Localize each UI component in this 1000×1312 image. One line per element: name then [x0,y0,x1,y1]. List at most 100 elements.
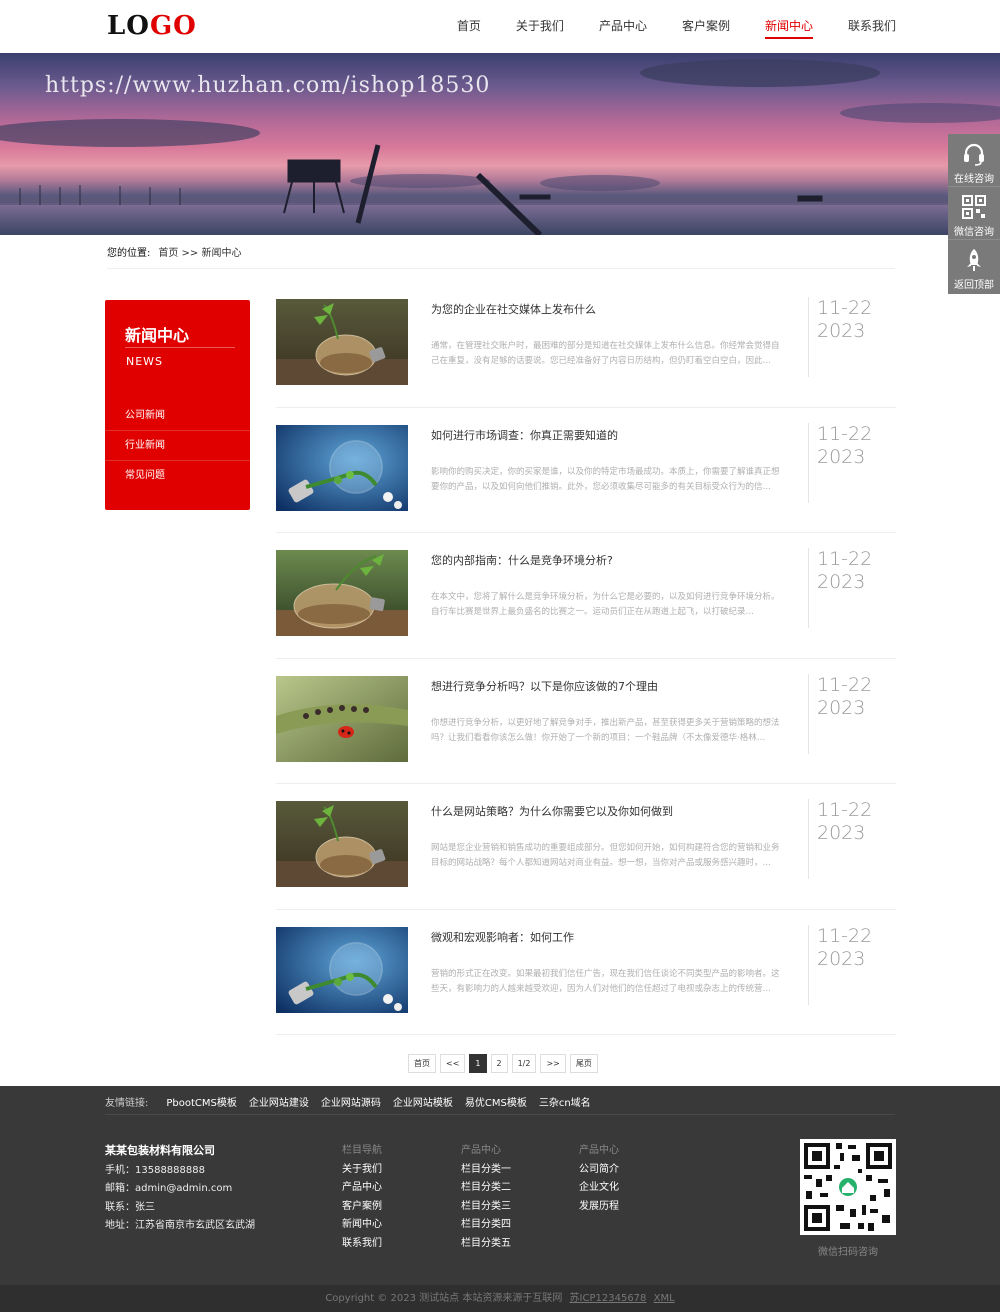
news-item[interactable]: 如何进行市场调查：你真正需要知道的 影响你的购买决定，你的买家是谁，以及你的特定… [276,408,896,533]
nav-contact[interactable]: 联系我们 [848,0,896,53]
news-item[interactable]: 想进行竞争分析吗？以下是你应该做的7个理由 你想进行竞争分析，以更好地了解竞争对… [276,659,896,784]
footer-link[interactable]: 企业文化 [579,1179,619,1198]
footer-col-products: 产品中心 栏目分类一 栏目分类二 栏目分类三 栏目分类四 栏目分类五 [461,1142,511,1253]
back-to-top-label: 返回顶部 [954,280,994,291]
nav-about[interactable]: 关于我们 [516,0,564,53]
page-prev-button[interactable]: << [440,1054,466,1073]
friend-link[interactable]: 企业网站建设 [249,1094,309,1109]
news-date-day: 11-22 [817,548,873,570]
company-phone: 手机：13588888888 [105,1164,205,1176]
wechat-qrcode [800,1139,896,1235]
breadcrumb: 您的位置: 首页 >> 新闻中心 [107,238,895,269]
wechat-consult-label: 微信咨询 [954,227,994,238]
footer-link[interactable]: 栏目分类四 [461,1216,511,1235]
news-summary: 营销的形式正在改变。如果最初我们信任广告，现在我们信任谈论不同类型产品的影响者。… [431,968,780,994]
footer-link[interactable]: 栏目分类一 [461,1161,511,1180]
footer-col-heading: 产品中心 [461,1145,501,1156]
page-first-button[interactable]: 首页 [408,1054,436,1073]
footer-link[interactable]: 产品中心 [342,1179,382,1198]
footer-link[interactable]: 栏目分类二 [461,1179,511,1198]
sidebar-divider [125,347,235,348]
site-footer: 友情链接: PbootCMS模板 企业网站建设 企业网站源码 企业网站模板 易优… [0,1086,1000,1312]
news-item[interactable]: 微观和宏观影响者：如何工作 营销的形式正在改变。如果最初我们信任广告，现在我们信… [276,910,896,1035]
news-date-day: 11-22 [817,673,873,696]
headset-icon [964,143,984,166]
footer-link[interactable]: 发展历程 [579,1198,619,1217]
news-thumbnail[interactable] [276,299,408,385]
news-date: 11-22 2023 [808,673,896,754]
banner-watermark: https://www.huzhan.com/ishop18530 [45,73,491,98]
icp-link[interactable]: 苏ICP12345678 [570,1293,647,1304]
online-consult-label: 在线咨询 [954,174,994,185]
sidebar-item-industry-news[interactable]: 行业新闻 [105,431,250,461]
news-summary: 你想进行竞争分析，以更好地了解竞争对手，推出新产品，甚至获得更多关于营销策略的想… [431,717,780,743]
friend-link[interactable]: PbootCMS模板 [166,1094,237,1109]
news-title[interactable]: 什么是网站策略？为什么你需要它以及你如何做到 [431,803,673,819]
page-last-button[interactable]: 尾页 [569,1054,598,1073]
page-1-button[interactable]: 1 [469,1054,487,1073]
nav-home[interactable]: 首页 [457,0,481,53]
friend-link[interactable]: 三杂cn域名 [539,1094,591,1109]
page-2-button[interactable]: 2 [490,1054,508,1073]
friend-link[interactable]: 易优CMS模板 [465,1094,527,1109]
logo-text-black: LO [107,11,150,41]
news-thumbnail[interactable] [276,550,408,636]
banner-image: https://www.huzhan.com/ishop18530 [0,53,1000,235]
online-consult-button[interactable]: 在线咨询 [948,134,1000,187]
sidebar-item-faq[interactable]: 常见问题 [105,461,250,491]
footer-link[interactable]: 客户案例 [342,1198,382,1217]
footer-col-heading: 栏目导航 [342,1145,382,1156]
sidebar-list: 公司新闻 行业新闻 常见问题 [105,401,250,491]
friend-link[interactable]: 企业网站模板 [393,1094,453,1109]
news-title[interactable]: 您的内部指南：什么是竞争环境分析? [431,552,613,568]
sidebar-title: 新闻中心 [125,326,190,345]
footer-link[interactable]: 联系我们 [342,1235,382,1254]
news-item[interactable]: 什么是网站策略？为什么你需要它以及你如何做到 网站是您企业营销和销售成功的重要组… [276,784,896,910]
news-thumbnail[interactable] [276,675,408,762]
news-summary: 在本文中，您将了解什么是竞争环境分析，为什么它是必要的，以及如何进行竞争环境分析… [431,592,780,617]
news-item[interactable]: 为您的企业在社交媒体上发布什么 通常，在管理社交账户时，最困难的部分是知道在社交… [276,282,896,408]
news-date-year: 2023 [817,445,866,468]
friend-link[interactable]: 企业网站源码 [321,1094,381,1109]
news-date-day: 11-22 [817,422,873,445]
news-title[interactable]: 为您的企业在社交媒体上发布什么 [431,301,596,317]
news-title[interactable]: 微观和宏观影响者：如何工作 [431,929,574,945]
footer-link[interactable]: 新闻中心 [342,1216,382,1235]
news-title[interactable]: 如何进行市场调查：你真正需要知道的 [431,427,618,443]
news-title[interactable]: 想进行竞争分析吗？以下是你应该做的7个理由 [431,678,658,694]
copyright-bar: Copyright © 2023 测试站点 本站资源来源于互联网 苏ICP123… [0,1285,1000,1312]
news-thumbnail[interactable] [276,801,408,887]
news-date: 11-22 2023 [808,924,896,1005]
sidebar-item-company-news[interactable]: 公司新闻 [105,401,250,431]
news-thumbnail[interactable] [276,926,408,1013]
wechat-consult-button[interactable]: 微信咨询 [948,187,1000,240]
main-nav: 首页 关于我们 产品中心 客户案例 新闻中心 联系我们 [422,0,896,53]
company-contact: 联系：张三 [105,1201,155,1213]
footer-link[interactable]: 公司简介 [579,1161,619,1180]
rocket-icon [967,249,981,271]
news-summary: 网站是您企业营销和销售成功的重要组成部分。但您如何开始，如何构建符合您的营销和业… [431,843,780,868]
news-date: 11-22 2023 [808,799,896,879]
xml-link[interactable]: XML [654,1293,675,1304]
news-item[interactable]: 您的内部指南：什么是竞争环境分析? 在本文中，您将了解什么是竞争环境分析，为什么… [276,533,896,659]
footer-link[interactable]: 栏目分类三 [461,1198,511,1217]
news-date-day: 11-22 [817,924,873,947]
company-address: 地址：江苏省南京市玄武区玄武湖 [105,1220,255,1231]
logo[interactable]: LOGO [107,11,197,41]
back-to-top-button[interactable]: 返回顶部 [948,240,1000,293]
footer-link[interactable]: 栏目分类五 [461,1235,511,1254]
pagination: 首页 << 1 2 1/2 >> 尾页 [408,1054,602,1073]
page: LOGO 首页 关于我们 产品中心 客户案例 新闻中心 联系我们 https:/… [0,0,1000,1312]
footer-link[interactable]: 关于我们 [342,1161,382,1180]
breadcrumb-path[interactable]: 首页 >> 新闻中心 [158,248,241,259]
company-email: 邮箱：admin@admin.com [105,1183,233,1194]
nav-cases[interactable]: 客户案例 [682,0,730,53]
news-date: 11-22 2023 [808,297,896,377]
qrcode-caption: 微信扫码咨询 [818,1247,878,1258]
nav-products[interactable]: 产品中心 [599,0,647,53]
page-next-button[interactable]: >> [540,1054,566,1073]
category-sidebar: 新闻中心 NEWS 公司新闻 行业新闻 常见问题 [105,300,250,510]
nav-news[interactable]: 新闻中心 [764,0,813,53]
news-thumbnail[interactable] [276,424,408,511]
breadcrumb-label: 您的位置: [107,248,151,259]
